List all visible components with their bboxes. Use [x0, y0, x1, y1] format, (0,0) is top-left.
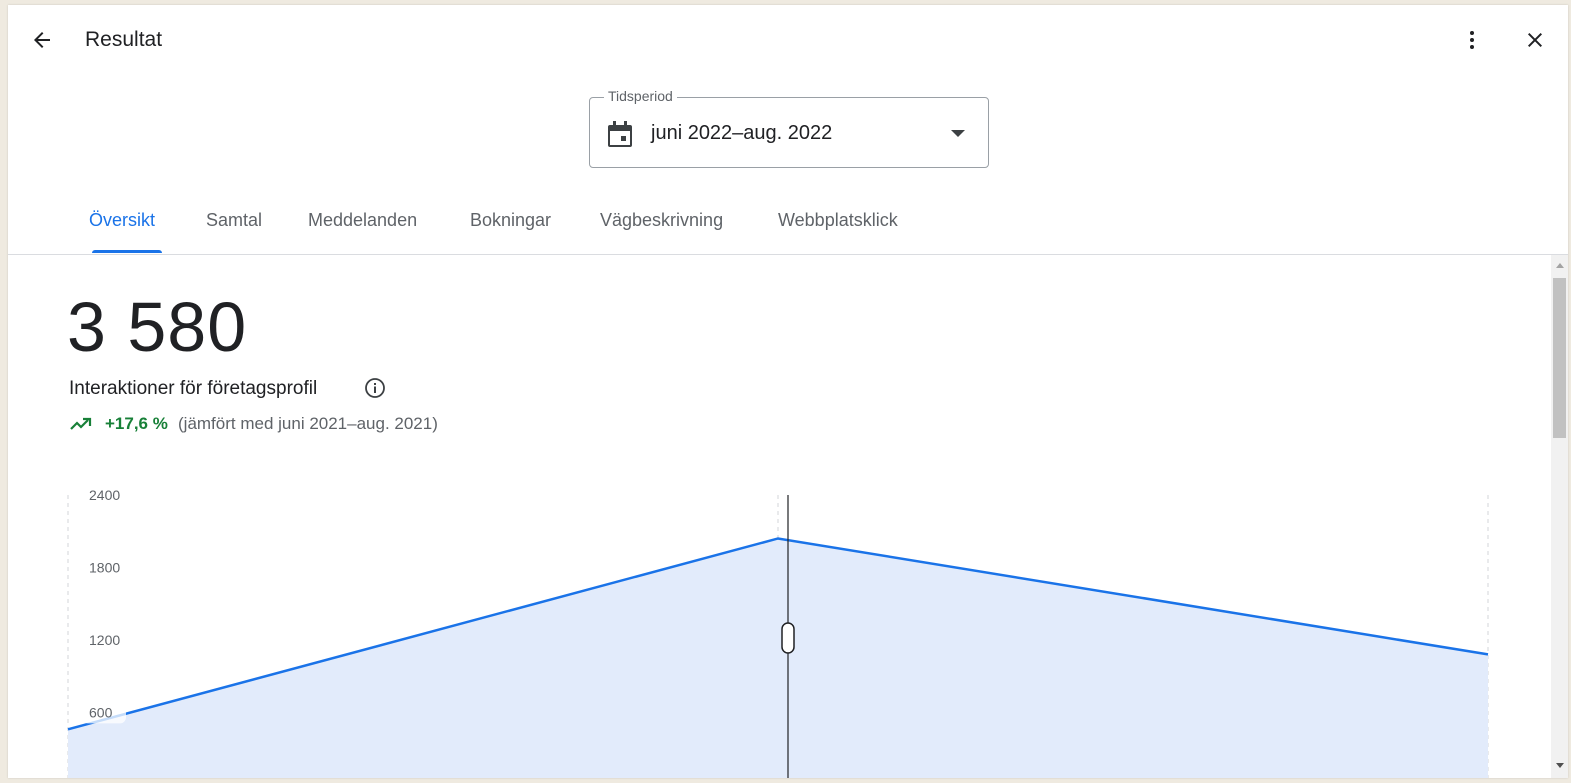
close-button[interactable] [1515, 20, 1555, 60]
comparison-period: (jämfört med juni 2021–aug. 2021) [178, 414, 438, 433]
total-interactions-value: 3 580 [67, 288, 248, 366]
close-icon [1528, 33, 1542, 47]
period-value: juni 2022–aug. 2022 [651, 122, 833, 144]
dropdown-arrow-icon [951, 130, 965, 137]
page-title: Resultat [85, 28, 163, 51]
back-button[interactable] [22, 20, 62, 60]
metric-label: Interaktioner för företagsprofil [69, 378, 318, 399]
trending-up-icon [70, 417, 92, 430]
hover-handle [781, 622, 795, 654]
scrollbar-thumb[interactable] [1553, 278, 1566, 438]
tab-webbplatsklick[interactable]: Webbplatsklick [778, 210, 898, 231]
series-area-fill [68, 538, 1488, 778]
y-tick-label: 600 [89, 704, 113, 720]
scroll-down-arrow-icon[interactable] [1555, 762, 1565, 770]
y-tick-label: 1800 [89, 559, 120, 575]
period-label: Tidsperiod [604, 88, 677, 104]
tab-bar: Översikt Samtal Meddelanden Bokningar Vä… [8, 195, 1568, 255]
calendar-icon [608, 121, 632, 147]
info-icon[interactable] [364, 377, 386, 399]
tab-bokningar[interactable]: Bokningar [470, 210, 551, 231]
more-options-button[interactable] [1452, 20, 1492, 60]
change-percent: +17,6 % [105, 414, 168, 433]
interactions-area-chart: 600 1200 1800 2400 [67, 486, 1489, 778]
tab-meddelanden[interactable]: Meddelanden [308, 210, 417, 231]
header: Resultat [8, 5, 1568, 75]
tab-oversikt[interactable]: Översikt [89, 210, 155, 231]
more-vert-icon [1470, 31, 1474, 49]
tab-vagbeskrivning[interactable]: Vägbeskrivning [600, 210, 723, 231]
results-panel: Resultat Tidsperiod juni 2022–aug. 2022 … [8, 5, 1568, 778]
period-select[interactable]: Tidsperiod juni 2022–aug. 2022 [589, 88, 989, 168]
y-tick-label: 2400 [89, 487, 120, 503]
y-tick-label: 1200 [89, 632, 120, 648]
tab-samtal[interactable]: Samtal [206, 210, 262, 231]
active-tab-indicator [92, 250, 162, 253]
tabs-divider [8, 254, 1568, 255]
back-arrow-icon [34, 32, 50, 48]
scroll-up-arrow-icon[interactable] [1555, 261, 1565, 269]
